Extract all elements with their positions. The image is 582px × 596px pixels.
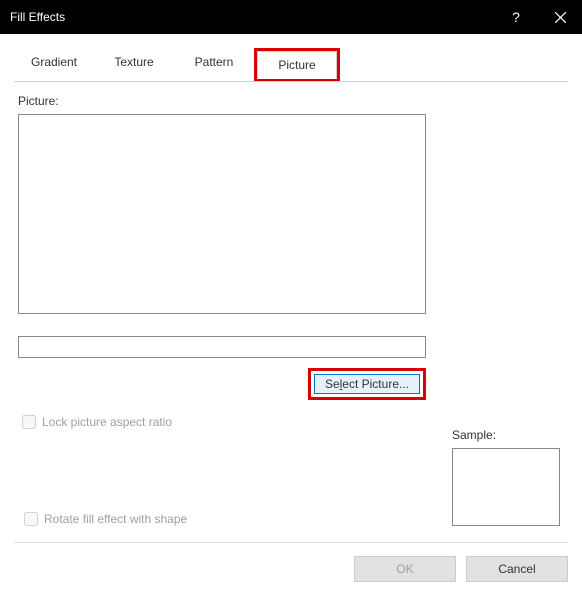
cancel-button[interactable]: Cancel	[466, 556, 568, 582]
picture-path-input[interactable]	[18, 336, 426, 358]
tab-pattern[interactable]: Pattern	[174, 48, 254, 81]
tab-texture[interactable]: Texture	[94, 48, 174, 81]
picture-panel: Picture: Select Picture... Lock picture …	[14, 94, 568, 432]
lock-aspect-checkbox	[22, 415, 36, 429]
picture-preview	[18, 114, 426, 314]
lock-aspect-label: Lock picture aspect ratio	[42, 415, 172, 429]
sample-preview	[452, 448, 560, 526]
rotate-checkbox	[24, 512, 38, 526]
rotate-label: Rotate fill effect with shape	[44, 512, 187, 526]
close-button[interactable]	[538, 0, 582, 34]
sample-label: Sample:	[452, 428, 560, 442]
select-picture-button[interactable]: Select Picture...	[314, 374, 420, 394]
tab-picture[interactable]: Picture	[257, 51, 337, 79]
sample-area: Sample:	[452, 428, 560, 526]
tab-gradient[interactable]: Gradient	[14, 48, 94, 81]
highlight-box-tab: Picture	[254, 48, 340, 81]
ok-button: OK	[354, 556, 456, 582]
highlight-box-select: Select Picture...	[308, 368, 426, 400]
title-bar: Fill Effects ?	[0, 0, 582, 34]
tab-bar: Gradient Texture Pattern Picture	[14, 48, 568, 82]
rotate-row: Rotate fill effect with shape	[20, 509, 187, 529]
button-bar: OK Cancel	[354, 556, 568, 582]
window-title: Fill Effects	[10, 10, 494, 24]
picture-label: Picture:	[18, 94, 564, 108]
divider	[14, 542, 568, 543]
help-button[interactable]: ?	[494, 9, 538, 25]
